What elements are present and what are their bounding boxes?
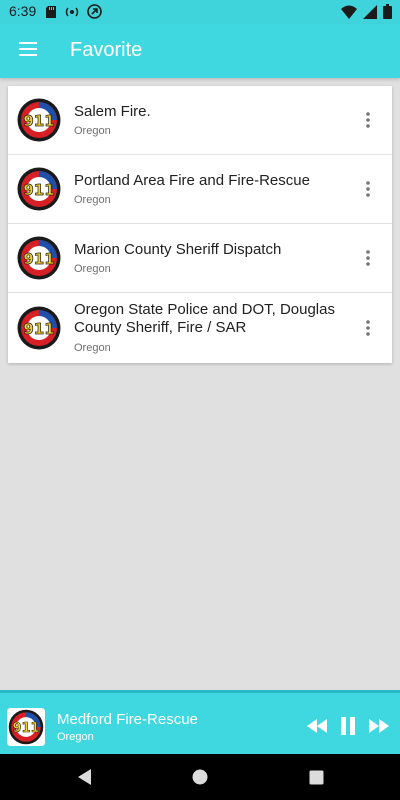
more-vert-icon [366, 181, 370, 197]
item-subtitle: Oregon [74, 263, 111, 275]
menu-icon [18, 41, 38, 62]
item-subtitle: Oregon [74, 125, 111, 137]
logo-number: 911 [12, 721, 39, 736]
more-options-button[interactable] [356, 177, 380, 201]
logo-number: 911 [23, 250, 54, 268]
list-item[interactable]: 911 Salem Fire. Oregon [8, 86, 392, 155]
more-options-button[interactable] [356, 108, 380, 132]
app-bar: Favorite [0, 24, 400, 78]
list-item[interactable]: 911 Marion County Sheriff Dispatch Orego… [8, 224, 392, 293]
fast-forward-button[interactable] [368, 715, 390, 737]
status-time: 6:39 [9, 3, 37, 19]
list-item[interactable]: 911 Portland Area Fire and Fire-Rescue O… [8, 155, 392, 224]
player-bar[interactable]: 911 Medford Fire-Rescue Oregon [0, 690, 400, 754]
pause-icon [341, 717, 355, 735]
dispatch-logo-icon: 911 [17, 167, 61, 211]
more-vert-icon [366, 250, 370, 266]
status-bar: 6:39 [0, 0, 400, 24]
dispatch-logo-icon: 911 [17, 236, 61, 280]
signal-icon [363, 4, 377, 22]
home-icon [192, 769, 208, 785]
logo-number: 911 [23, 112, 54, 130]
sd-card-icon [45, 5, 57, 22]
player-subtitle: Oregon [57, 731, 94, 743]
recents-button[interactable] [304, 765, 328, 789]
system-nav-bar [0, 754, 400, 800]
more-options-button[interactable] [356, 316, 380, 340]
player-logo-icon: 911 [7, 708, 45, 746]
dispatch-logo-icon: 911 [17, 306, 61, 350]
wifi-icon [341, 5, 357, 22]
cast-icon [87, 4, 102, 22]
list-item[interactable]: 911 Oregon State Police and DOT, Douglas… [8, 293, 392, 363]
back-button[interactable] [72, 765, 96, 789]
fast-forward-icon [369, 719, 389, 733]
item-subtitle: Oregon [74, 342, 111, 354]
item-title: Salem Fire. [74, 103, 151, 120]
dispatch-logo-icon: 911 [17, 98, 61, 142]
logo-number: 911 [23, 181, 54, 199]
page-title: Favorite [70, 39, 143, 61]
item-title: Oregon State Police and DOT, Douglas Cou… [74, 301, 335, 336]
dnd-icon [65, 5, 79, 22]
item-title: Portland Area Fire and Fire-Rescue [74, 172, 310, 189]
item-subtitle: Oregon [74, 194, 111, 206]
player-title: Medford Fire-Rescue [57, 711, 198, 728]
pause-button[interactable] [337, 715, 359, 737]
rewind-icon [307, 719, 327, 733]
recents-icon [309, 770, 323, 784]
battery-icon [383, 4, 392, 22]
menu-button[interactable] [8, 31, 48, 71]
more-vert-icon [366, 320, 370, 336]
more-vert-icon [366, 112, 370, 128]
back-icon [78, 769, 91, 785]
home-button[interactable] [188, 765, 212, 789]
more-options-button[interactable] [356, 246, 380, 270]
rewind-button[interactable] [306, 715, 328, 737]
logo-number: 911 [23, 320, 54, 338]
item-title: Marion County Sheriff Dispatch [74, 241, 282, 258]
favorites-list: 911 Salem Fire. Oregon 911 Portland Area… [8, 86, 392, 363]
